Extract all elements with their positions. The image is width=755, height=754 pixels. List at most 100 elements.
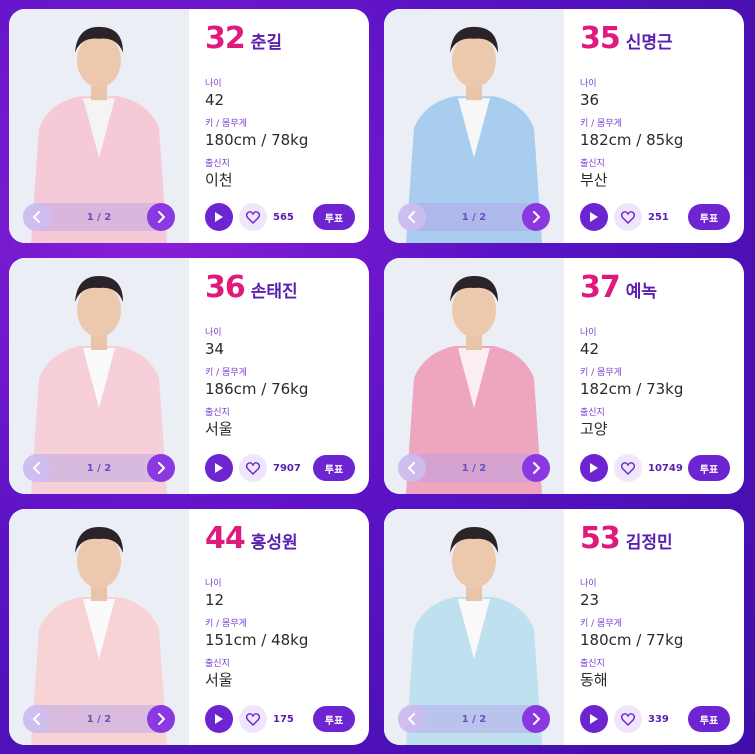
like-count: 10749 — [648, 462, 683, 474]
hometown-label: 출신지 — [205, 408, 230, 418]
candidate-header: 32 춘길 — [205, 21, 355, 61]
candidate-number: 35 — [580, 21, 621, 56]
vote-button[interactable]: 투표 — [313, 204, 355, 230]
chevron-left-icon — [32, 713, 40, 725]
photo-pager: 1 / 2 — [398, 454, 550, 482]
like-button[interactable] — [239, 454, 267, 482]
height-weight-value: 186cm / 76kg — [205, 380, 309, 398]
card-actions: 251 투표 — [580, 203, 730, 231]
photo-pager: 1 / 2 — [23, 203, 175, 231]
age-label: 나이 — [205, 579, 222, 589]
candidate-info: 53 김정민 나이 23 키 / 몸무게 180cm / 77kg 출신지 동해… — [564, 509, 744, 745]
prev-photo-button[interactable] — [23, 454, 51, 482]
chevron-left-icon — [407, 211, 415, 223]
prev-photo-button[interactable] — [398, 454, 426, 482]
age-label: 나이 — [580, 79, 597, 89]
candidate-info: 36 손태진 나이 34 키 / 몸무게 186cm / 76kg 출신지 서울… — [189, 258, 369, 494]
height-weight-value: 182cm / 85kg — [580, 131, 684, 149]
heart-icon — [246, 712, 260, 726]
like-count: 251 — [648, 211, 669, 223]
like-button[interactable] — [239, 705, 267, 733]
next-photo-button[interactable] — [522, 454, 550, 482]
hometown-value: 동해 — [580, 671, 608, 689]
play-button[interactable] — [205, 705, 233, 733]
card-actions: 339 투표 — [580, 705, 730, 733]
candidate-number: 44 — [205, 521, 246, 556]
play-button[interactable] — [580, 705, 608, 733]
vote-button[interactable]: 투표 — [688, 706, 730, 732]
hometown-label: 출신지 — [205, 159, 230, 169]
height-weight-label: 키 / 몸무게 — [205, 619, 247, 629]
chevron-left-icon — [32, 462, 40, 474]
next-photo-button[interactable] — [147, 203, 175, 231]
vote-button[interactable]: 투표 — [688, 455, 730, 481]
candidate-card: 1 / 2 36 손태진 나이 34 키 / 몸무게 186cm / 76kg … — [9, 258, 369, 494]
candidate-header: 35 신명근 — [580, 21, 730, 61]
chevron-right-icon — [533, 713, 541, 725]
candidate-photo: 1 / 2 — [384, 9, 564, 243]
next-photo-button[interactable] — [147, 454, 175, 482]
hometown-value: 서울 — [205, 420, 233, 438]
candidate-number: 37 — [580, 270, 621, 305]
prev-photo-button[interactable] — [398, 705, 426, 733]
chevron-right-icon — [533, 462, 541, 474]
play-button[interactable] — [205, 454, 233, 482]
heart-icon — [621, 461, 635, 475]
height-weight-label: 키 / 몸무게 — [580, 619, 622, 629]
candidate-number: 36 — [205, 270, 246, 305]
candidate-number: 53 — [580, 521, 621, 556]
age-value: 34 — [205, 340, 225, 358]
like-button[interactable] — [239, 203, 267, 231]
candidate-card: 1 / 2 37 예녹 나이 42 키 / 몸무게 182cm / 73kg 출… — [384, 258, 744, 494]
vote-button[interactable]: 투표 — [313, 455, 355, 481]
next-photo-button[interactable] — [522, 203, 550, 231]
play-button[interactable] — [580, 454, 608, 482]
play-icon — [590, 463, 598, 473]
candidate-info: 35 신명근 나이 36 키 / 몸무게 182cm / 85kg 출신지 부산… — [564, 9, 744, 243]
vote-button[interactable]: 투표 — [313, 706, 355, 732]
candidate-card: 1 / 2 44 홍성원 나이 12 키 / 몸무게 151cm / 48kg … — [9, 509, 369, 745]
candidate-header: 44 홍성원 — [205, 521, 355, 561]
heart-icon — [621, 210, 635, 224]
play-button[interactable] — [205, 203, 233, 231]
photo-page-indicator: 1 / 2 — [86, 211, 112, 223]
hometown-label: 출신지 — [580, 659, 605, 669]
candidate-photo: 1 / 2 — [384, 258, 564, 494]
hometown-value: 고양 — [580, 420, 608, 438]
heart-icon — [621, 712, 635, 726]
next-photo-button[interactable] — [522, 705, 550, 733]
age-label: 나이 — [205, 328, 222, 338]
chevron-right-icon — [158, 211, 166, 223]
like-count: 565 — [273, 211, 294, 223]
height-weight-value: 151cm / 48kg — [205, 631, 309, 649]
card-actions: 175 투표 — [205, 705, 355, 733]
like-button[interactable] — [614, 705, 642, 733]
next-photo-button[interactable] — [147, 705, 175, 733]
candidate-photo: 1 / 2 — [384, 509, 564, 745]
age-value: 36 — [580, 91, 600, 109]
height-weight-label: 키 / 몸무게 — [205, 368, 247, 378]
candidate-name: 신명근 — [625, 33, 673, 53]
vote-button[interactable]: 투표 — [688, 204, 730, 230]
like-count: 7907 — [273, 462, 301, 474]
age-label: 나이 — [580, 328, 597, 338]
like-button[interactable] — [614, 454, 642, 482]
candidate-name: 손태진 — [250, 282, 298, 302]
chevron-right-icon — [533, 211, 541, 223]
chevron-left-icon — [407, 713, 415, 725]
photo-page-indicator: 1 / 2 — [461, 713, 487, 725]
prev-photo-button[interactable] — [23, 203, 51, 231]
candidate-info: 37 예녹 나이 42 키 / 몸무게 182cm / 73kg 출신지 고양 … — [564, 258, 744, 494]
candidate-info: 44 홍성원 나이 12 키 / 몸무게 151cm / 48kg 출신지 서울… — [189, 509, 369, 745]
candidate-photo: 1 / 2 — [9, 258, 189, 494]
like-button[interactable] — [614, 203, 642, 231]
candidate-header: 53 김정민 — [580, 521, 730, 561]
play-button[interactable] — [580, 203, 608, 231]
age-value: 23 — [580, 591, 600, 609]
prev-photo-button[interactable] — [398, 203, 426, 231]
prev-photo-button[interactable] — [23, 705, 51, 733]
candidate-grid: 1 / 2 32 춘길 나이 42 키 / 몸무게 180cm / 78kg 출… — [9, 9, 744, 745]
hometown-label: 출신지 — [580, 408, 605, 418]
photo-page-indicator: 1 / 2 — [461, 211, 487, 223]
play-icon — [590, 714, 598, 724]
